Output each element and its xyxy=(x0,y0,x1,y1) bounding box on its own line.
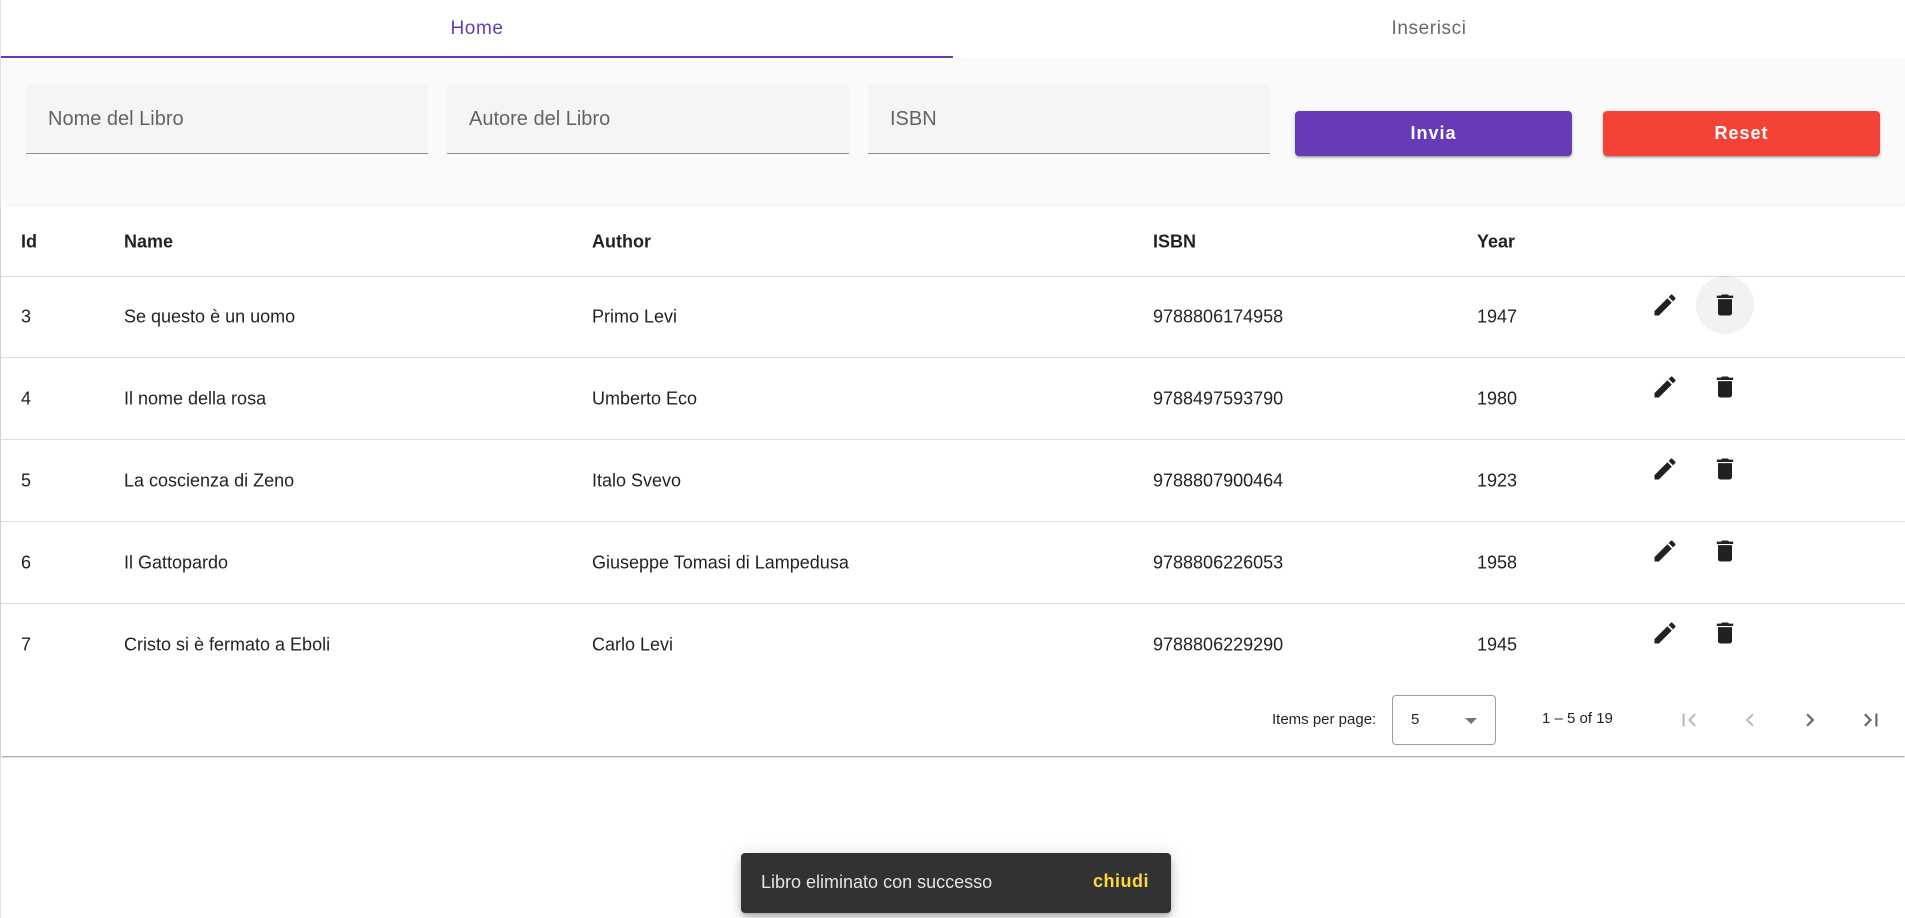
delete-icon xyxy=(1716,540,1734,562)
row-actions xyxy=(1649,276,1754,334)
cell-id: 5 xyxy=(21,470,32,490)
cell-isbn: 9788807900464 xyxy=(1153,470,1284,490)
book-form: Invia Reset xyxy=(1,58,1905,206)
cell-id: 3 xyxy=(21,306,32,326)
table-header-row: Id Name Author ISBN Year xyxy=(1,207,1905,277)
tab-bar: Home Inserisci xyxy=(1,0,1905,58)
edit-button[interactable] xyxy=(1649,289,1681,321)
edit-icon xyxy=(1654,294,1676,316)
items-per-page-label: Items per page: xyxy=(1272,711,1377,728)
delete-button[interactable] xyxy=(1696,276,1754,334)
cell-author: Primo Levi xyxy=(592,306,678,326)
cell-name: La coscienza di Zeno xyxy=(124,470,295,490)
delete-icon xyxy=(1716,622,1734,644)
book-author-field xyxy=(447,84,849,154)
cell-name: Cristo si è fermato a Eboli xyxy=(124,634,331,654)
snackbar: Libro eliminato con successo chiudi xyxy=(741,853,1171,913)
chevron-left-icon xyxy=(1745,713,1754,727)
header-id[interactable]: Id xyxy=(21,231,37,252)
submit-button-label: Invia xyxy=(1410,123,1457,143)
edit-icon xyxy=(1654,540,1676,562)
row-actions xyxy=(1649,371,1741,403)
cell-name: Se questo è un uomo xyxy=(124,306,296,326)
header-name[interactable]: Name xyxy=(124,231,173,252)
dropdown-arrow-icon xyxy=(1465,718,1477,724)
cell-name: Il nome della rosa xyxy=(124,388,267,408)
tab-home[interactable]: Home xyxy=(1,0,953,58)
isbn-input[interactable] xyxy=(888,84,1252,154)
cell-name: Il Gattopardo xyxy=(124,552,229,572)
app-root: Home Inserisci Invia Reset Id Name Autho… xyxy=(0,0,1905,918)
reset-button-label: Reset xyxy=(1714,123,1769,143)
table-row: 6 Il Gattopardo Giuseppe Tomasi di Lampe… xyxy=(1,522,1905,604)
tab-inserisci[interactable]: Inserisci xyxy=(953,0,1905,58)
previous-page-button[interactable] xyxy=(1731,701,1769,739)
last-page-button[interactable] xyxy=(1852,701,1890,739)
cell-author: Umberto Eco xyxy=(592,388,698,408)
page-size-value: 5 xyxy=(1411,711,1420,728)
table-row: 7 Cristo si è fermato a Eboli Carlo Levi… xyxy=(1,604,1905,685)
delete-button[interactable] xyxy=(1709,453,1741,485)
row-actions xyxy=(1649,535,1741,567)
isbn-field xyxy=(868,84,1270,154)
cell-id: 6 xyxy=(21,552,32,572)
snackbar-message: Libro eliminato con successo xyxy=(761,872,993,892)
submit-button[interactable]: Invia xyxy=(1295,111,1572,156)
edit-button[interactable] xyxy=(1649,453,1681,485)
snackbar-close-button[interactable]: chiudi xyxy=(1093,871,1149,892)
tab-home-label: Home xyxy=(450,18,504,39)
reset-button[interactable]: Reset xyxy=(1603,111,1880,156)
edit-button[interactable] xyxy=(1649,371,1681,403)
book-name-input[interactable] xyxy=(46,84,410,154)
paginator: Items per page: 5 1 – 5 of 19 xyxy=(1,687,1905,753)
cell-isbn: 9788497593790 xyxy=(1153,388,1284,408)
edit-button[interactable] xyxy=(1649,617,1681,649)
first-page-icon xyxy=(1682,713,1696,727)
table-row: 5 La coscienza di Zeno Italo Svevo 97888… xyxy=(1,440,1905,522)
books-table-card: Id Name Author ISBN Year 3 Se questo è u… xyxy=(1,207,1905,756)
row-actions xyxy=(1649,617,1741,649)
cell-year: 1958 xyxy=(1477,552,1518,572)
cell-author: Giuseppe Tomasi di Lampedusa xyxy=(592,552,849,572)
cell-isbn: 9788806226053 xyxy=(1153,552,1284,572)
book-name-field xyxy=(26,84,428,154)
delete-button[interactable] xyxy=(1709,371,1741,403)
tab-inserisci-label: Inserisci xyxy=(1391,18,1467,39)
cell-year: 1980 xyxy=(1477,388,1518,408)
cell-year: 1945 xyxy=(1477,634,1518,654)
edit-icon xyxy=(1654,376,1676,398)
chevron-right-icon xyxy=(1806,713,1815,727)
delete-button[interactable] xyxy=(1709,617,1741,649)
cell-year: 1947 xyxy=(1477,306,1518,326)
cell-author: Carlo Levi xyxy=(592,634,674,654)
cell-year: 1923 xyxy=(1477,470,1518,490)
header-author[interactable]: Author xyxy=(592,231,651,252)
book-author-input[interactable] xyxy=(467,84,831,154)
table-row: 4 Il nome della rosa Umberto Eco 9788497… xyxy=(1,358,1905,440)
next-page-button[interactable] xyxy=(1791,701,1829,739)
cell-isbn: 9788806229290 xyxy=(1153,634,1284,654)
header-year[interactable]: Year xyxy=(1477,231,1515,252)
delete-button[interactable] xyxy=(1709,535,1741,567)
table-row: 3 Se questo è un uomo Primo Levi 9788806… xyxy=(1,276,1905,358)
edit-icon xyxy=(1654,622,1676,644)
cell-isbn: 9788806174958 xyxy=(1153,306,1284,326)
first-page-button[interactable] xyxy=(1670,701,1708,739)
edit-button[interactable] xyxy=(1649,535,1681,567)
delete-icon xyxy=(1716,376,1734,398)
row-actions xyxy=(1649,453,1741,485)
page-range-label: 1 – 5 of 19 xyxy=(1542,710,1613,727)
edit-icon xyxy=(1654,458,1676,480)
delete-icon xyxy=(1716,458,1734,480)
cell-id: 4 xyxy=(21,388,32,408)
header-isbn[interactable]: ISBN xyxy=(1153,231,1196,252)
last-page-icon xyxy=(1864,713,1878,727)
cell-author: Italo Svevo xyxy=(592,470,682,490)
delete-icon xyxy=(1716,294,1734,316)
page-size-select[interactable]: 5 xyxy=(1392,695,1496,745)
cell-id: 7 xyxy=(21,634,32,654)
